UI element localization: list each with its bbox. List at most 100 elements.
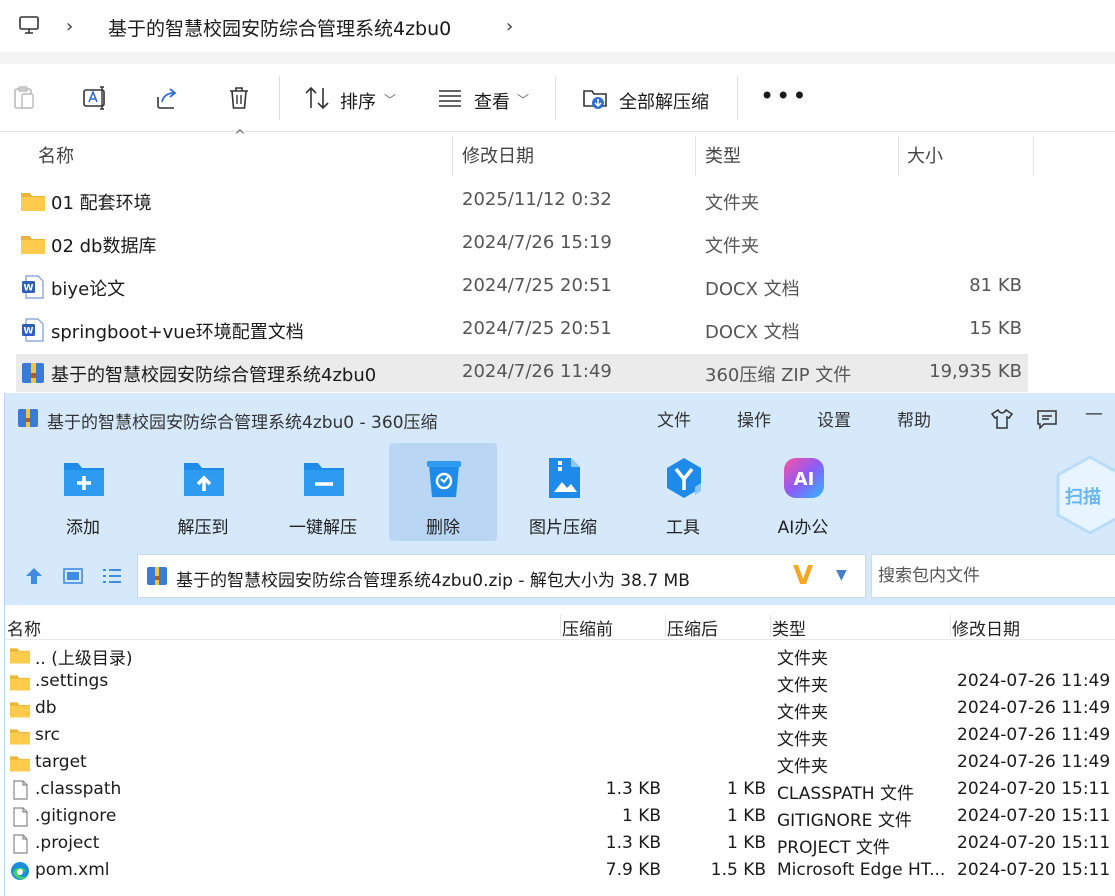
path-box[interactable]: 基于的智慧校园安防综合管理系统4zbu0.zip - 解包大小为 38.7 MB… [137, 554, 866, 598]
column-separator[interactable] [560, 615, 561, 637]
entry-size-before: 1 KB [621, 806, 661, 826]
entry-size-before: 1.3 KB [605, 779, 661, 799]
file-row[interactable]: 01 配套环境 2025/11/12 0:32 文件夹 [16, 182, 1028, 220]
paste-icon[interactable] [10, 84, 38, 112]
menu-operate[interactable]: 操作 [737, 406, 771, 431]
share-icon[interactable] [153, 84, 181, 112]
zip-entry-row[interactable]: .gitignore 1 KB 1 KB GITIGNORE 文件 2024-07-20… [5, 803, 1115, 831]
up-arrow-icon[interactable] [23, 565, 45, 587]
divider [5, 639, 1115, 640]
column-header-type[interactable]: 类型 [772, 615, 806, 640]
column-header-name[interactable]: 名称 [38, 142, 74, 168]
thumbnail-view-icon[interactable] [62, 565, 84, 587]
breadcrumb[interactable]: 基于的智慧校园安防综合管理系统4zbu0 [108, 14, 451, 41]
file-size: 15 KB [969, 318, 1022, 339]
column-header-type[interactable]: 类型 [705, 142, 741, 168]
entry-name: .. (上级目录) [35, 649, 133, 669]
zip-entry-row[interactable]: .project 1.3 KB 1 KB PROJECT 文件 2024-07-20 1… [5, 830, 1115, 858]
menu-help[interactable]: 帮助 [897, 406, 931, 431]
tools-button[interactable]: 工具 [629, 443, 737, 541]
zip-entry-row[interactable]: target 文件夹 2024-07-26 11:49 [5, 749, 1115, 777]
column-separator[interactable] [665, 615, 666, 637]
menu-file[interactable]: 文件 [657, 406, 691, 431]
feedback-icon[interactable] [1035, 407, 1059, 431]
file-row[interactable]: Wbiye论文 2024/7/25 20:51 DOCX 文档 81 KB [16, 268, 1028, 306]
file-row[interactable]: 02 db数据库 2024/7/26 15:19 文件夹 [16, 225, 1028, 263]
folder-icon [9, 672, 31, 692]
delete-icon [427, 461, 461, 497]
view-button[interactable]: 查看 [474, 88, 510, 114]
zip-entry-row[interactable]: .settings 文件夹 2024-07-26 11:49 [5, 668, 1115, 696]
zip-toolbar: 添加 解压到 一键解压 删除 图片压缩 工具 AI AI办公 扫描 [5, 441, 1115, 547]
column-separator[interactable] [898, 136, 899, 176]
zip-entry-row[interactable]: db 文件夹 2024-07-26 11:49 [5, 695, 1115, 723]
file-date: 2024/7/26 15:19 [462, 232, 612, 253]
one-click-extract-button[interactable]: 一键解压 [269, 443, 377, 541]
entry-name: db [35, 698, 57, 718]
minimize-button[interactable]: — [1085, 403, 1103, 424]
more-options-button[interactable]: ••• [760, 82, 808, 110]
column-separator[interactable] [695, 136, 696, 176]
add-button[interactable]: 添加 [29, 443, 137, 541]
file-row[interactable]: Wspringboot+vue环境配置文档 2024/7/25 20:51 DOCX… [16, 311, 1028, 349]
divider [0, 52, 1115, 64]
image-compress-button[interactable]: 图片压缩 [509, 443, 617, 541]
entry-size-after: 1 KB [726, 833, 766, 853]
file-type: 文件夹 [705, 236, 759, 257]
sort-ascending-icon: ^ [234, 128, 246, 144]
sort-icon[interactable] [303, 84, 331, 112]
column-separator[interactable] [770, 615, 771, 637]
zip-entry-row[interactable]: .. (上级目录) 文件夹 [5, 641, 1115, 669]
view-icon[interactable] [436, 84, 464, 112]
svg-text:W: W [24, 327, 34, 337]
folder-icon [9, 645, 31, 665]
dropdown-arrow-icon[interactable]: ▼ [836, 567, 847, 583]
column-header-size[interactable]: 大小 [907, 142, 943, 168]
rename-icon[interactable] [81, 84, 109, 112]
v-logo-icon[interactable]: V [793, 561, 813, 591]
column-header-modified[interactable]: 修改日期 [952, 615, 1020, 640]
folder-icon [20, 189, 46, 213]
search-input[interactable] [872, 555, 1115, 597]
search-box[interactable] [871, 554, 1115, 598]
one-click-extract-icon [304, 463, 344, 496]
file-row[interactable]: 基于的智慧校园安防综合管理系统4zbu0 2024/7/26 11:49 360压缩… [16, 354, 1028, 392]
zip-entry-row[interactable]: src 文件夹 2024-07-26 11:49 [5, 722, 1115, 750]
tools-icon [667, 458, 701, 498]
scan-shield-icon[interactable]: 扫描 [1055, 455, 1115, 535]
zip-entry-row[interactable]: pom.xml 7.9 KB 1.5 KB Microsoft Edge HT... 2… [5, 857, 1115, 884]
column-header-before[interactable]: 压缩前 [562, 615, 613, 640]
column-header-modified[interactable]: 修改日期 [462, 142, 534, 168]
column-header-name[interactable]: 名称 [7, 615, 41, 640]
column-separator[interactable] [1033, 136, 1034, 176]
chevron-right-icon[interactable]: › [506, 16, 513, 37]
delete-icon[interactable] [225, 84, 253, 112]
extract-all-icon[interactable] [581, 84, 609, 112]
skin-icon[interactable] [990, 407, 1014, 431]
column-separator[interactable] [452, 136, 453, 176]
computer-icon[interactable] [18, 14, 40, 36]
add-label: 添加 [66, 518, 100, 538]
delete-button[interactable]: 删除 [389, 443, 497, 541]
entry-type: GITIGNORE 文件 [777, 811, 912, 831]
zip-entry-row[interactable]: .classpath 1.3 KB 1 KB CLASSPATH 文件 2024-07-… [5, 776, 1115, 804]
entry-name: pom.xml [35, 860, 110, 880]
entry-date: 2024-07-20 15:11 [957, 779, 1111, 799]
chevron-right-icon[interactable]: › [66, 16, 73, 37]
sort-button[interactable]: 排序 [340, 88, 376, 114]
file-date: 2024/7/26 11:49 [462, 361, 612, 382]
extract-to-button[interactable]: 解压到 [149, 443, 257, 541]
file-icon [9, 807, 31, 827]
ai-office-button[interactable]: AI AI办公 [749, 443, 857, 541]
menu-settings[interactable]: 设置 [817, 406, 851, 431]
extract-to-icon [184, 463, 224, 496]
column-separator[interactable] [950, 615, 951, 637]
extract-all-button[interactable]: 全部解压缩 [619, 88, 709, 114]
entry-type: 文件夹 [777, 703, 828, 723]
list-view-icon[interactable] [101, 565, 123, 587]
image-compress-label: 图片压缩 [529, 518, 597, 538]
chevron-down-icon[interactable]: ﹀ [384, 91, 396, 108]
column-header-after[interactable]: 压缩后 [667, 615, 718, 640]
zip-window-title: 基于的智慧校园安防综合管理系统4zbu0 - 360压缩 [47, 413, 438, 433]
chevron-down-icon[interactable]: ﹀ [517, 91, 529, 108]
